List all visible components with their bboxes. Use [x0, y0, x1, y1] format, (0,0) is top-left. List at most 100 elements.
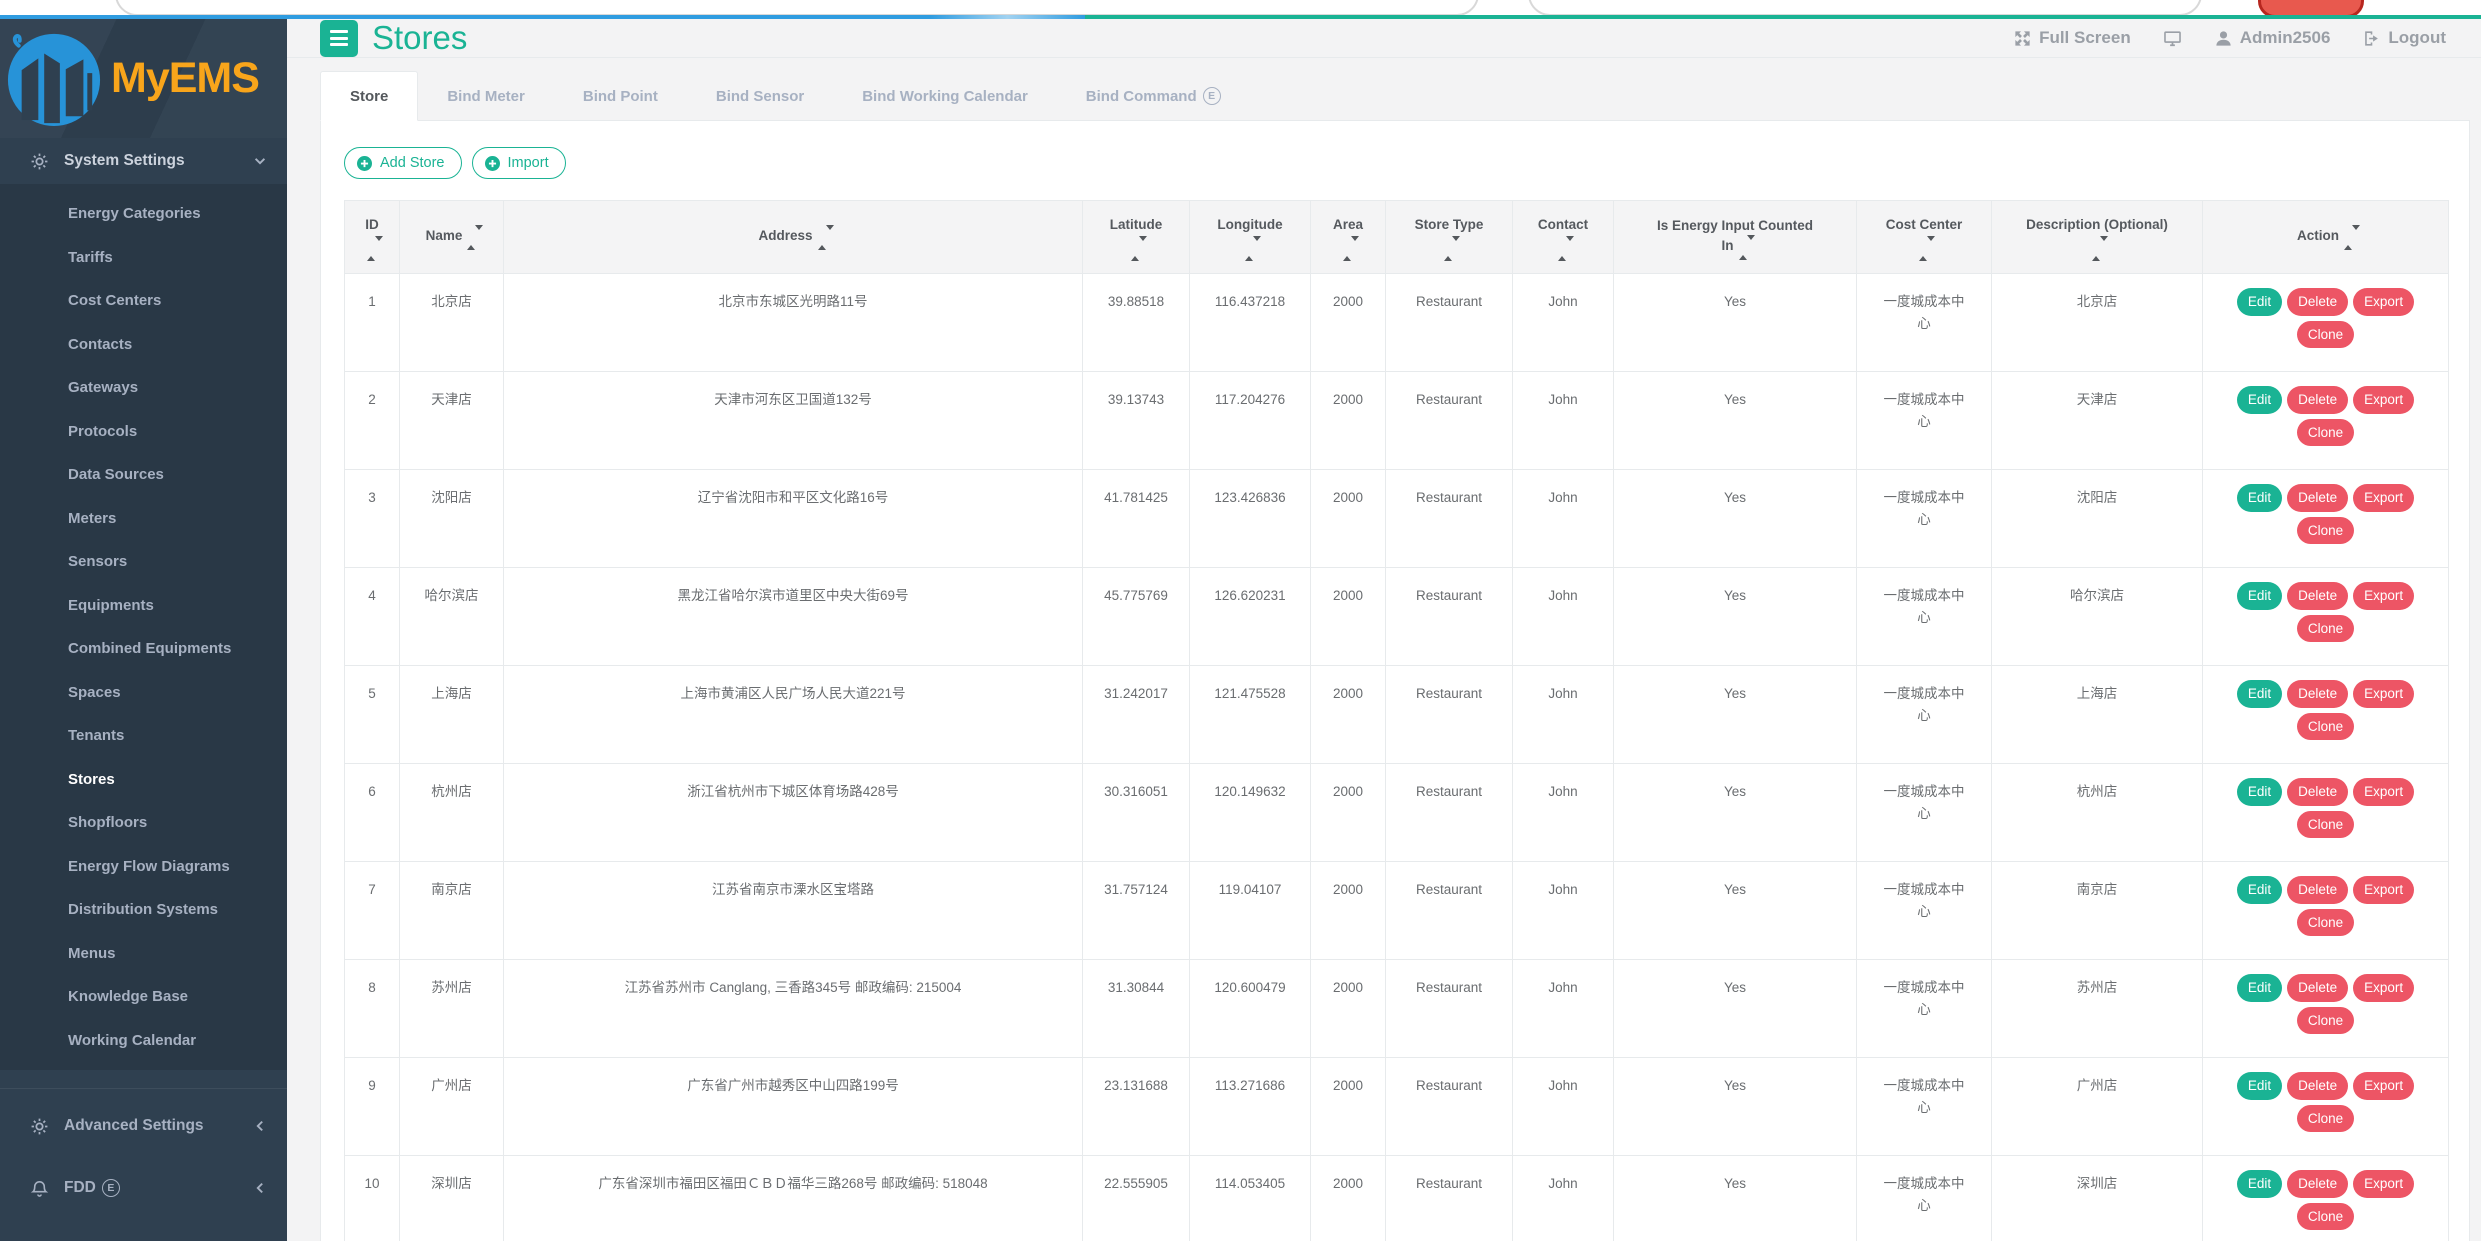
clone-button[interactable]: Clone [2297, 1203, 2354, 1231]
export-button[interactable]: Export [2353, 778, 2414, 806]
clone-button[interactable]: Clone [2297, 419, 2354, 447]
export-button[interactable]: Export [2353, 974, 2414, 1002]
column-header-action[interactable]: Action [2203, 201, 2449, 274]
delete-button[interactable]: Delete [2287, 1072, 2348, 1100]
sidebar-group-system-settings[interactable]: System Settings [0, 138, 287, 184]
tab-bind-working-calendar[interactable]: Bind Working Calendar [833, 71, 1057, 120]
sidebar-item-sensors[interactable]: Sensors [0, 540, 287, 584]
column-header-cost-center[interactable]: Cost Center [1857, 201, 1992, 274]
sidebar-item-energy-flow-diagrams[interactable]: Energy Flow Diagrams [0, 845, 287, 889]
export-button[interactable]: Export [2353, 1170, 2414, 1198]
delete-button[interactable]: Delete [2287, 386, 2348, 414]
clone-button[interactable]: Clone [2297, 909, 2354, 937]
sidebar-item-tenants[interactable]: Tenants [0, 714, 287, 758]
sidebar-item-meters[interactable]: Meters [0, 497, 287, 541]
delete-button[interactable]: Delete [2287, 1170, 2348, 1198]
add-store-button[interactable]: Add Store [344, 147, 462, 179]
sidebar-item-gateways[interactable]: Gateways [0, 366, 287, 410]
sidebar-item-energy-categories[interactable]: Energy Categories [0, 192, 287, 236]
tab-bind-point[interactable]: Bind Point [554, 71, 687, 120]
export-button[interactable]: Export [2353, 1072, 2414, 1100]
delete-button[interactable]: Delete [2287, 582, 2348, 610]
sort-icon[interactable] [1343, 239, 1353, 259]
column-header-is-energy-input-counted-in[interactable]: Is Energy Input CountedIn [1614, 201, 1857, 274]
sidebar-item-equipments[interactable]: Equipments [0, 584, 287, 628]
clone-button[interactable]: Clone [2297, 1007, 2354, 1035]
sort-icon[interactable] [1131, 239, 1141, 259]
sidebar-group-fdd[interactable]: FDDE [0, 1157, 287, 1219]
edit-button[interactable]: Edit [2237, 974, 2282, 1002]
edit-button[interactable]: Edit [2237, 876, 2282, 904]
sidebar-item-contacts[interactable]: Contacts [0, 323, 287, 367]
logout-button[interactable]: Logout [2362, 28, 2446, 48]
tab-bind-command[interactable]: Bind CommandE [1057, 71, 1250, 120]
column-header-name[interactable]: Name [400, 201, 504, 274]
clone-button[interactable]: Clone [2297, 713, 2354, 741]
sort-icon[interactable] [367, 239, 377, 259]
edit-button[interactable]: Edit [2237, 484, 2282, 512]
delete-button[interactable]: Delete [2287, 288, 2348, 316]
delete-button[interactable]: Delete [2287, 680, 2348, 708]
sort-icon[interactable] [1444, 239, 1454, 259]
sidebar-item-menus[interactable]: Menus [0, 932, 287, 976]
sidebar-group-advanced-settings[interactable]: Advanced Settings [0, 1095, 287, 1157]
column-header-contact[interactable]: Contact [1513, 201, 1614, 274]
console-button[interactable] [2163, 29, 2182, 48]
edit-button[interactable]: Edit [2237, 582, 2282, 610]
delete-button[interactable]: Delete [2287, 484, 2348, 512]
tab-bind-sensor[interactable]: Bind Sensor [687, 71, 833, 120]
column-header-description-optional[interactable]: Description (Optional) [1992, 201, 2203, 274]
clone-button[interactable]: Clone [2297, 517, 2354, 545]
delete-button[interactable]: Delete [2287, 876, 2348, 904]
edit-button[interactable]: Edit [2237, 1072, 2282, 1100]
delete-button[interactable]: Delete [2287, 974, 2348, 1002]
column-header-area[interactable]: Area [1311, 201, 1386, 274]
user-menu[interactable]: Admin2506 [2214, 28, 2331, 48]
column-header-address[interactable]: Address [504, 201, 1083, 274]
sidebar-item-shopfloors[interactable]: Shopfloors [0, 801, 287, 845]
clone-button[interactable]: Clone [2297, 321, 2354, 349]
clone-button[interactable]: Clone [2297, 615, 2354, 643]
sort-icon[interactable] [1739, 238, 1749, 258]
sidebar-item-cost-centers[interactable]: Cost Centers [0, 279, 287, 323]
fullscreen-button[interactable]: Full Screen [2013, 28, 2131, 48]
import-button[interactable]: Import [472, 147, 566, 179]
sidebar-item-knowledge-base[interactable]: Knowledge Base [0, 975, 287, 1019]
export-button[interactable]: Export [2353, 386, 2414, 414]
sidebar-group-users-privileges[interactable]: Users & Privileges [0, 1219, 287, 1241]
edit-button[interactable]: Edit [2237, 778, 2282, 806]
sidebar-item-tariffs[interactable]: Tariffs [0, 236, 287, 280]
delete-button[interactable]: Delete [2287, 778, 2348, 806]
export-button[interactable]: Export [2353, 680, 2414, 708]
sort-icon[interactable] [1558, 239, 1568, 259]
column-header-id[interactable]: ID [345, 201, 400, 274]
sort-icon[interactable] [467, 228, 477, 248]
export-button[interactable]: Export [2353, 484, 2414, 512]
column-header-longitude[interactable]: Longitude [1190, 201, 1311, 274]
sort-icon[interactable] [818, 228, 828, 248]
sort-icon[interactable] [1245, 239, 1255, 259]
export-button[interactable]: Export [2353, 582, 2414, 610]
sidebar-item-spaces[interactable]: Spaces [0, 671, 287, 715]
tab-bind-meter[interactable]: Bind Meter [418, 71, 554, 120]
edit-button[interactable]: Edit [2237, 288, 2282, 316]
sidebar-item-working-calendar[interactable]: Working Calendar [0, 1019, 287, 1063]
sort-icon[interactable] [1919, 239, 1929, 259]
edit-button[interactable]: Edit [2237, 1170, 2282, 1198]
export-button[interactable]: Export [2353, 288, 2414, 316]
column-header-store-type[interactable]: Store Type [1386, 201, 1513, 274]
clone-button[interactable]: Clone [2297, 811, 2354, 839]
sidebar-item-data-sources[interactable]: Data Sources [0, 453, 287, 497]
export-button[interactable]: Export [2353, 876, 2414, 904]
column-header-latitude[interactable]: Latitude [1083, 201, 1190, 274]
edit-button[interactable]: Edit [2237, 386, 2282, 414]
clone-button[interactable]: Clone [2297, 1105, 2354, 1133]
sidebar-item-stores[interactable]: Stores [0, 758, 287, 802]
edit-button[interactable]: Edit [2237, 680, 2282, 708]
sidebar-item-distribution-systems[interactable]: Distribution Systems [0, 888, 287, 932]
sidebar-item-protocols[interactable]: Protocols [0, 410, 287, 454]
sidebar-item-combined-equipments[interactable]: Combined Equipments [0, 627, 287, 671]
sort-icon[interactable] [2344, 228, 2354, 248]
sort-icon[interactable] [2092, 239, 2102, 259]
tab-store[interactable]: Store [320, 71, 418, 121]
